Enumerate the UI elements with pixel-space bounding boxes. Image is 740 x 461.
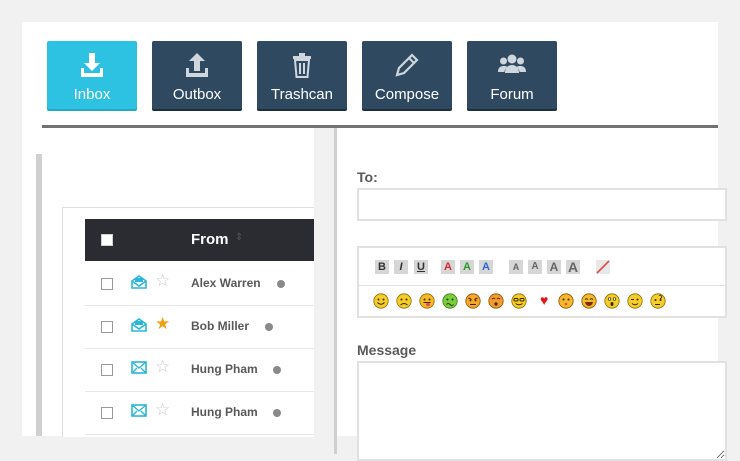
- smile-emoticon-icon[interactable]: [373, 293, 389, 309]
- font-size-normal-button[interactable]: A: [528, 260, 542, 274]
- pane-gap: [314, 128, 334, 454]
- color-green-button[interactable]: A: [460, 260, 474, 274]
- upload-icon: [152, 51, 242, 79]
- envelope-icon: [131, 404, 147, 422]
- color-red-button[interactable]: A: [441, 260, 455, 274]
- compose-label: Compose: [374, 86, 440, 103]
- sender-name: Alex Warren: [191, 276, 261, 290]
- color-blue-button[interactable]: A: [479, 260, 493, 274]
- star-icon[interactable]: ☆: [155, 272, 170, 290]
- sick-emoticon-icon[interactable]: [442, 293, 458, 309]
- status-dot: [265, 323, 273, 331]
- star-icon[interactable]: ☆: [155, 401, 170, 419]
- confused-emoticon-icon[interactable]: [650, 293, 666, 309]
- surprised-emoticon-icon[interactable]: [488, 293, 504, 309]
- outbox-button[interactable]: Outbox: [152, 41, 242, 109]
- message-label: Message: [357, 342, 417, 358]
- trash-icon: [257, 51, 347, 79]
- users-icon: [467, 51, 557, 79]
- trashcan-button[interactable]: Trashcan: [257, 41, 347, 109]
- outbox-label: Outbox: [172, 86, 222, 103]
- left-scroll-bar[interactable]: [36, 154, 42, 436]
- status-dot: [273, 409, 281, 417]
- table-row[interactable]: ☆ Hung Pham: [85, 348, 315, 392]
- table-row[interactable]: ☆ Hung Pham: [85, 391, 315, 435]
- underline-button[interactable]: U: [414, 260, 428, 274]
- message-list-header: From ⇕: [85, 219, 315, 261]
- shocked-emoticon-icon[interactable]: [604, 293, 620, 309]
- star-icon[interactable]: ☆: [155, 358, 170, 376]
- remove-format-icon[interactable]: [596, 260, 610, 274]
- sender-name: Hung Pham: [191, 362, 258, 376]
- row-checkbox[interactable]: [101, 407, 113, 419]
- status-dot: [277, 280, 285, 288]
- from-column-header[interactable]: From: [191, 231, 229, 248]
- font-size-large-button[interactable]: A: [547, 260, 561, 274]
- row-checkbox[interactable]: [101, 321, 113, 333]
- select-all-checkbox[interactable]: [101, 234, 113, 246]
- sad-emoticon-icon[interactable]: [396, 293, 412, 309]
- heart-emoticon-icon[interactable]: ♥: [540, 292, 548, 308]
- star-icon[interactable]: ★: [155, 315, 170, 333]
- to-field[interactable]: [357, 188, 727, 221]
- message-list: From ⇕ ☆ Alex Warren ★ Bob Miller ☆ Hung…: [62, 207, 315, 437]
- pencil-icon: [362, 51, 452, 79]
- laugh-emoticon-icon[interactable]: [581, 293, 597, 309]
- cool-emoticon-icon[interactable]: [511, 293, 527, 309]
- table-row[interactable]: ★ Bob Miller: [85, 305, 315, 349]
- sender-name: Bob Miller: [191, 319, 250, 333]
- row-checkbox[interactable]: [101, 364, 113, 376]
- download-icon: [47, 51, 137, 79]
- toolbar-divider: [42, 125, 718, 128]
- status-dot: [273, 366, 281, 374]
- kiss-emoticon-icon[interactable]: [558, 293, 574, 309]
- inbox-button[interactable]: Inbox: [47, 41, 137, 109]
- forum-button[interactable]: Forum: [467, 41, 557, 109]
- compose-button[interactable]: Compose: [362, 41, 452, 109]
- angry-emoticon-icon[interactable]: [465, 293, 481, 309]
- font-size-small-button[interactable]: A: [509, 260, 523, 274]
- trashcan-label: Trashcan: [271, 86, 333, 103]
- wink-emoticon-icon[interactable]: [627, 293, 643, 309]
- row-checkbox[interactable]: [101, 278, 113, 290]
- forum-label: Forum: [490, 86, 534, 103]
- sort-icon[interactable]: ⇕: [235, 232, 243, 243]
- message-field[interactable]: [357, 361, 727, 461]
- pane-splitter[interactable]: [334, 128, 337, 454]
- italic-button[interactable]: I: [394, 260, 408, 274]
- table-row[interactable]: ☆ Alex Warren: [85, 262, 315, 306]
- font-size-huge-button[interactable]: A: [566, 260, 580, 274]
- envelope-open-icon: [131, 275, 147, 294]
- envelope-open-icon: [131, 318, 147, 337]
- to-label: To:: [357, 169, 378, 185]
- editor-toolbar: B I U A A A A A A A ♥: [357, 246, 727, 318]
- envelope-icon: [131, 361, 147, 379]
- editor-divider: [359, 285, 725, 286]
- bold-button[interactable]: B: [375, 260, 389, 274]
- tongue-emoticon-icon[interactable]: [419, 293, 435, 309]
- sender-name: Hung Pham: [191, 405, 258, 419]
- inbox-label: Inbox: [73, 86, 111, 103]
